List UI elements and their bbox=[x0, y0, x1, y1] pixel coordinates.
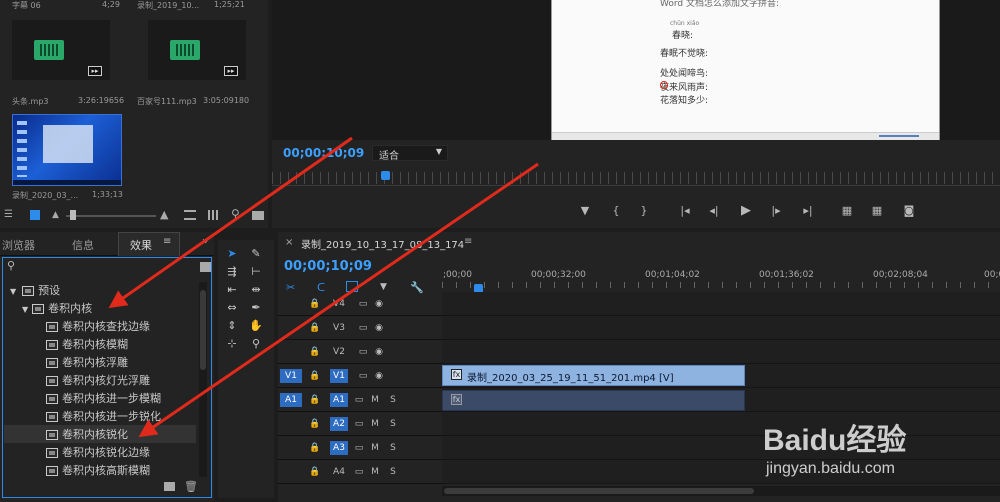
annotation-arrow bbox=[138, 162, 539, 438]
annotation-arrow bbox=[108, 136, 353, 309]
watermark-url: jingyan.baidu.com bbox=[766, 460, 895, 477]
watermark-logo: Baidu经验 bbox=[763, 415, 953, 457]
watermark-brand: Baidu经验 bbox=[763, 424, 907, 457]
